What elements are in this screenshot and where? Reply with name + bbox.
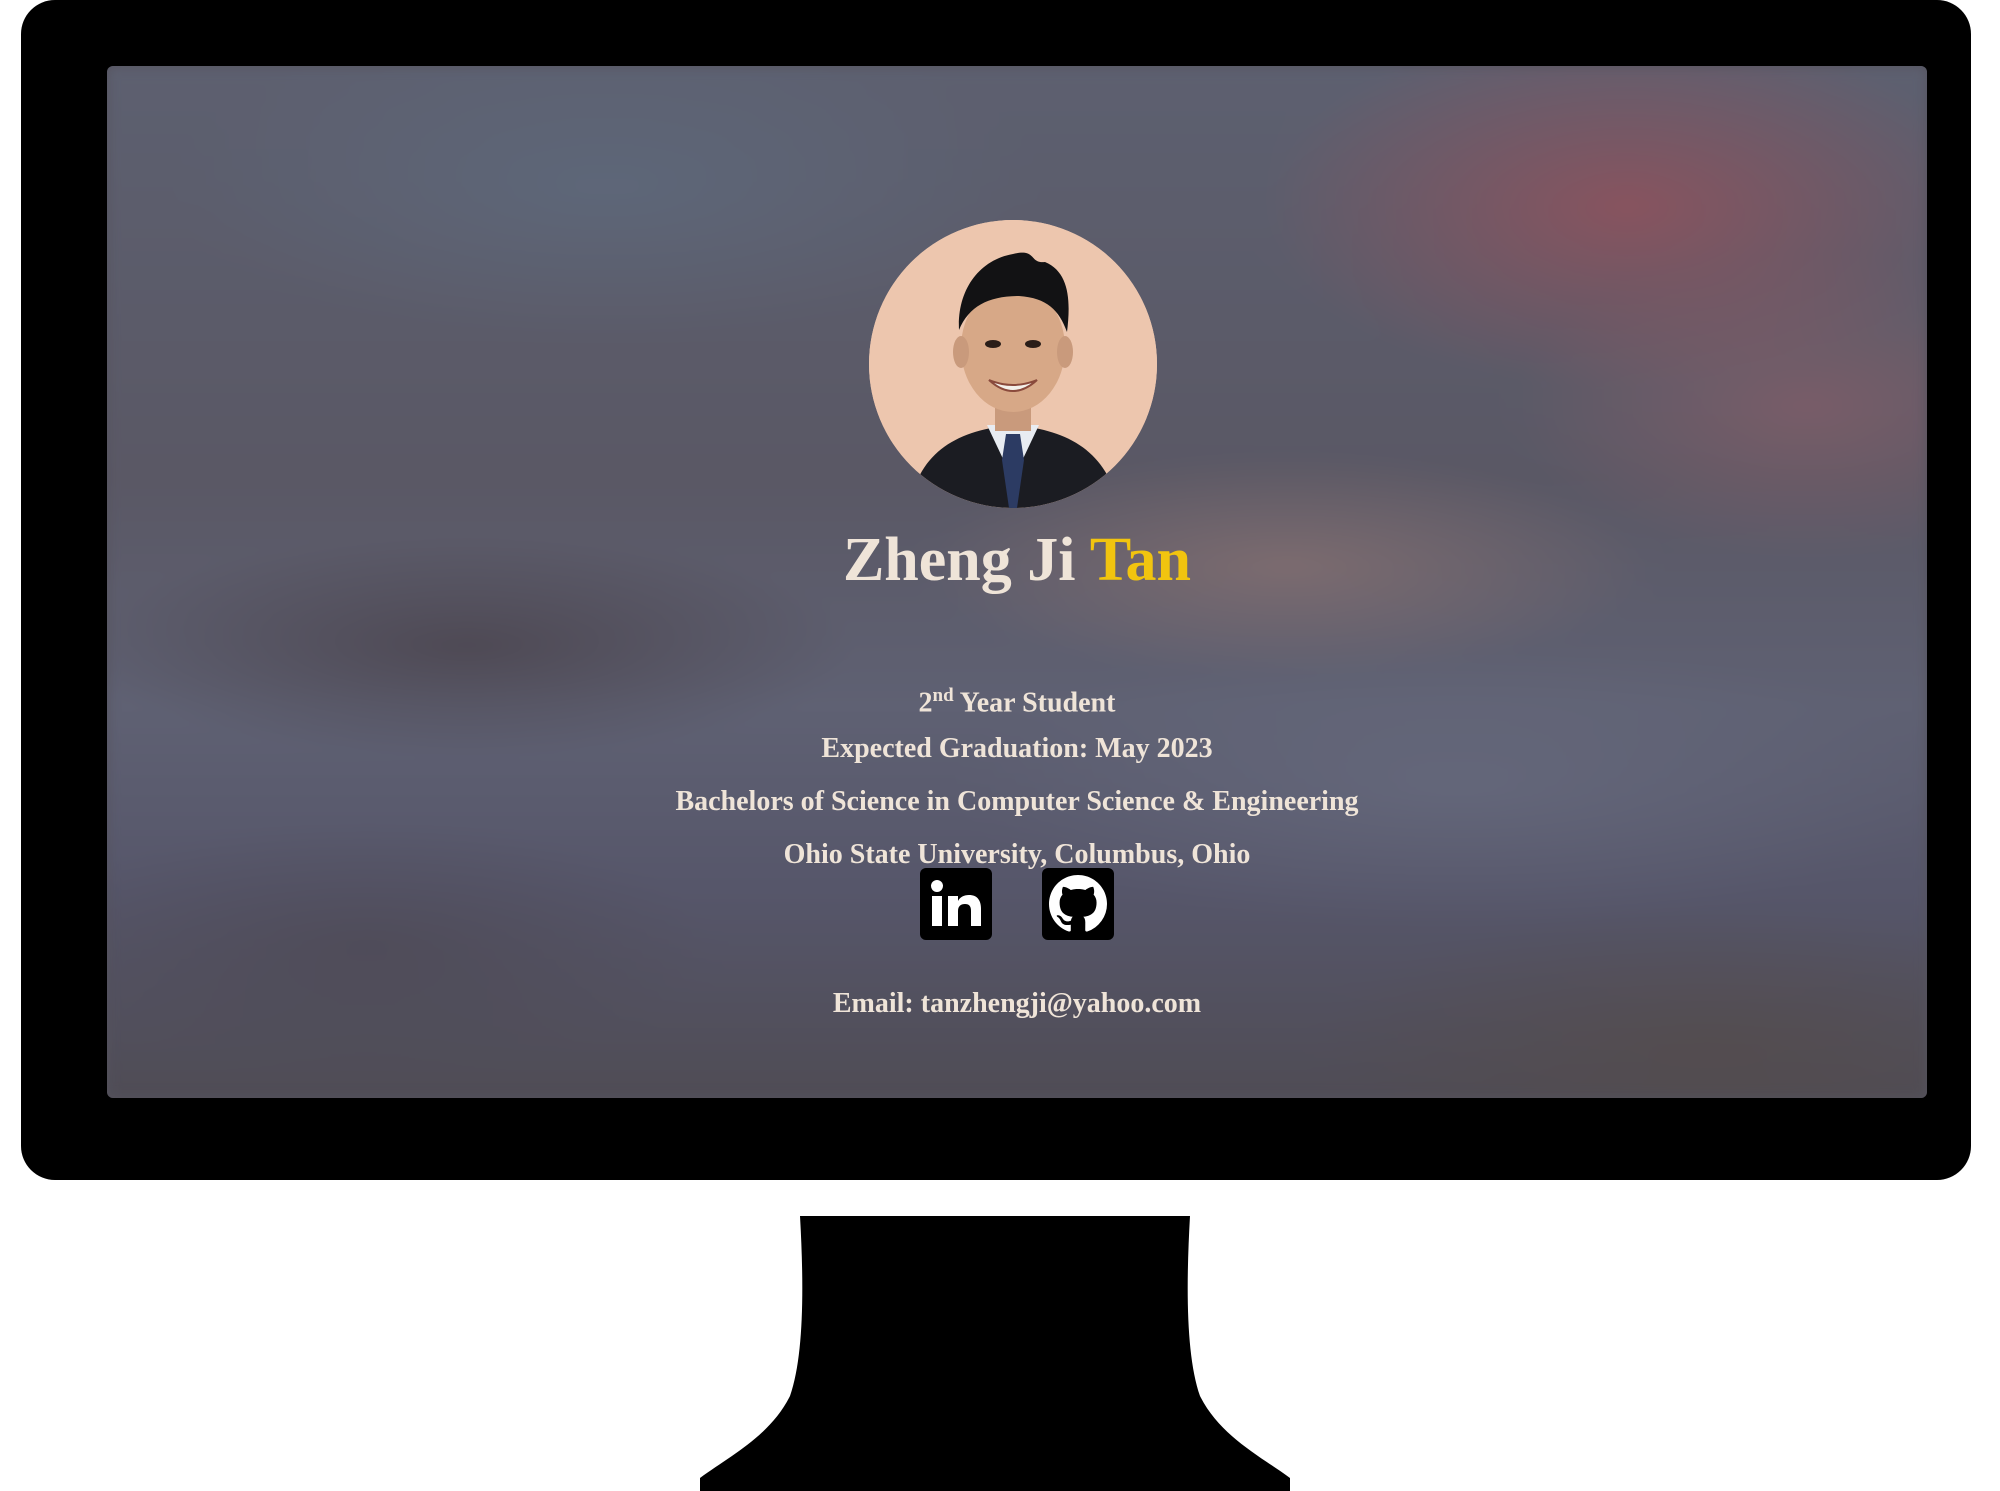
monitor-stand <box>700 1216 1290 1491</box>
email-link[interactable]: tanzhengji@yahoo.com <box>921 988 1201 1019</box>
monitor-mockup: Zheng Ji Tan 2nd Year Student Expected G… <box>0 0 2000 1491</box>
degree: Bachelors of Science in Computer Science… <box>675 786 1359 817</box>
year-text: Year Student <box>959 687 1116 719</box>
monitor-bezel: Zheng Ji Tan 2nd Year Student Expected G… <box>21 0 1971 1180</box>
first-names: Zheng Ji <box>842 526 1076 594</box>
email-line: Email: tanzhengji@yahoo.com <box>107 986 1927 1022</box>
profile-section: Zheng Ji Tan 2nd Year Student Expected G… <box>107 66 1927 1098</box>
github-button[interactable] <box>1042 868 1114 940</box>
email-label: Email: <box>832 988 914 1019</box>
person-portrait-icon <box>869 220 1157 508</box>
year-number: 2 <box>918 687 933 719</box>
graduation-date: Expected Graduation: May 2023 <box>821 733 1213 764</box>
screen: Zheng Ji Tan 2nd Year Student Expected G… <box>107 66 1927 1098</box>
linkedin-icon <box>931 880 981 926</box>
profile-photo <box>869 220 1157 508</box>
surname: Tan <box>1089 526 1192 594</box>
year-suffix: nd <box>932 685 954 706</box>
year-status: 2nd Year Student <box>107 678 1927 721</box>
github-icon <box>1049 875 1107 932</box>
linkedin-button[interactable] <box>920 868 992 940</box>
social-links <box>107 868 1927 940</box>
profile-name: Zheng Ji Tan <box>107 524 1927 596</box>
